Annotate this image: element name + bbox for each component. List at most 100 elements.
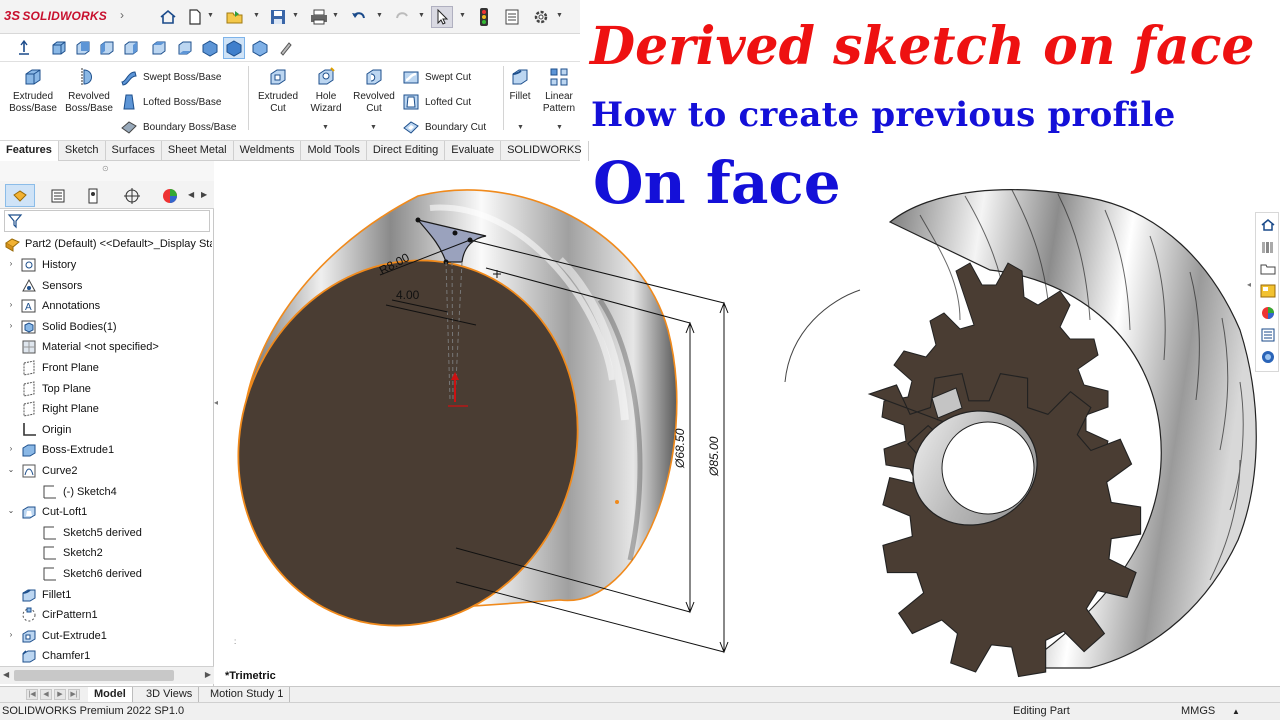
- tab-features[interactable]: Features: [0, 141, 59, 161]
- tree-node-material-not-specified[interactable]: Material <not specified>: [20, 337, 159, 357]
- home-icon[interactable]: [157, 6, 179, 28]
- status-units[interactable]: MMGS: [1181, 705, 1215, 717]
- undo-icon[interactable]: [348, 6, 370, 28]
- rebuild-traffic-light-icon[interactable]: [473, 6, 495, 28]
- tree-node-right-plane[interactable]: Right Plane: [20, 399, 99, 419]
- part-root-node[interactable]: Part2 (Default) <<Default>_Display State: [4, 235, 212, 253]
- view-selector-icon[interactable]: [275, 37, 297, 59]
- tree-node-cirpattern1[interactable]: CirPattern1: [20, 605, 98, 625]
- tree-node-chamfer1[interactable]: Chamfer1: [20, 646, 90, 666]
- appearances-icon[interactable]: [1258, 303, 1277, 322]
- expand-toggle-icon[interactable]: ›: [6, 444, 16, 453]
- expand-toggle-icon[interactable]: ›: [6, 321, 16, 330]
- tab-evaluate[interactable]: Evaluate: [445, 141, 502, 161]
- view-dimetric-icon[interactable]: [249, 37, 271, 59]
- tree-node-fillet1[interactable]: Fillet1: [20, 585, 71, 605]
- tabs-scroll-left-icon[interactable]: ◀: [188, 190, 194, 199]
- file-explorer-icon[interactable]: [1258, 259, 1277, 278]
- tab-solidworks-addins[interactable]: SOLIDWORKS: [501, 141, 589, 161]
- linear-pattern-dropdown-icon[interactable]: ▼: [556, 124, 563, 131]
- width-dimension[interactable]: 4.00: [396, 288, 420, 302]
- radius-dimension[interactable]: R8.00: [377, 250, 412, 278]
- task-pane-collapse-icon[interactable]: ◂: [1247, 280, 1251, 289]
- tree-node-cut-extrude1[interactable]: › Cut-Extrude1: [10, 626, 107, 646]
- normal-to-icon[interactable]: [13, 37, 35, 59]
- extruded-cut-button[interactable]: Extruded Cut: [252, 66, 304, 115]
- tree-node-sketch5-derived[interactable]: Sketch5 derived: [41, 523, 142, 543]
- print-icon[interactable]: [308, 6, 330, 28]
- extruded-boss-button[interactable]: Extruded Boss/Base: [6, 66, 60, 115]
- expand-toggle-icon[interactable]: ›: [6, 300, 16, 309]
- tree-node-annotations[interactable]: › A Annotations: [10, 296, 100, 316]
- tree-node-top-plane[interactable]: Top Plane: [20, 379, 91, 399]
- tree-node-sketch6-derived[interactable]: Sketch6 derived: [41, 564, 142, 584]
- select-cursor-icon[interactable]: [431, 6, 453, 28]
- tree-node-solid-bodies-1[interactable]: › Solid Bodies(1): [10, 317, 117, 337]
- tab-mold-tools[interactable]: Mold Tools: [301, 141, 367, 161]
- swept-cut-button[interactable]: Swept Cut: [402, 68, 471, 86]
- dimxpert-tab[interactable]: [117, 184, 147, 207]
- inner-diameter-dimension[interactable]: Ø68.50: [673, 428, 687, 469]
- custom-properties-icon[interactable]: [1258, 325, 1277, 344]
- tree-node-sketch2[interactable]: Sketch2: [41, 543, 103, 563]
- tab-sheet-metal[interactable]: Sheet Metal: [162, 141, 234, 161]
- expand-toggle-icon[interactable]: ›: [6, 630, 16, 639]
- feature-tree-tab[interactable]: [5, 184, 35, 207]
- fillet-button[interactable]: Fillet: [505, 66, 535, 103]
- units-dropdown-icon[interactable]: ▲: [1232, 707, 1240, 716]
- new-dropdown-icon[interactable]: ▼: [207, 12, 214, 19]
- linear-pattern-button[interactable]: Linear Pattern: [538, 66, 580, 115]
- panel-grip[interactable]: ⊙: [0, 161, 214, 181]
- scroll-left-icon[interactable]: ◀: [3, 670, 9, 679]
- view-left-icon[interactable]: [96, 37, 118, 59]
- helical-gear-model[interactable]: [770, 189, 1257, 669]
- scroll-right-icon[interactable]: ▶: [205, 670, 211, 679]
- save-icon[interactable]: [267, 6, 289, 28]
- cylinder-front-face[interactable]: [184, 209, 632, 677]
- hole-wizard-button[interactable]: Hole Wizard: [304, 66, 348, 115]
- view-right-icon[interactable]: [120, 37, 142, 59]
- tree-node-cut-loft1[interactable]: ⌄ Cut-Loft1: [8, 502, 87, 522]
- configuration-manager-tab[interactable]: [79, 184, 109, 207]
- derived-sketch-profile[interactable]: [416, 219, 487, 263]
- tree-node-origin[interactable]: Origin: [20, 420, 71, 440]
- tree-node-curve2[interactable]: ⌄ Curve2: [8, 461, 77, 481]
- tab-3d-views[interactable]: 3D Views: [140, 687, 200, 702]
- tree-node-front-plane[interactable]: Front Plane: [20, 358, 99, 378]
- cylinder-model[interactable]: R8.00 4.00 Ø68.50 Ø85.00: [184, 189, 729, 677]
- tree-node-history[interactable]: › History: [10, 255, 76, 275]
- save-dropdown-icon[interactable]: ▼: [292, 12, 299, 19]
- view-isometric-icon[interactable]: [199, 37, 221, 59]
- new-document-icon[interactable]: [184, 6, 206, 28]
- tab-model[interactable]: Model: [88, 687, 133, 702]
- property-manager-tab[interactable]: [43, 184, 73, 207]
- redo-icon[interactable]: [391, 6, 413, 28]
- view-trimetric-icon[interactable]: [223, 37, 245, 59]
- options-gear-icon[interactable]: [530, 6, 552, 28]
- tab-first-icon[interactable]: |◀: [26, 689, 38, 700]
- scrollbar-thumb[interactable]: [14, 670, 174, 681]
- hole-wizard-dropdown-icon[interactable]: ▼: [322, 124, 329, 131]
- tab-surfaces[interactable]: Surfaces: [106, 141, 162, 161]
- swept-boss-button[interactable]: Swept Boss/Base: [120, 68, 221, 86]
- tab-prev-icon[interactable]: ◀: [40, 689, 52, 700]
- view-back-icon[interactable]: [72, 37, 94, 59]
- select-dropdown-icon[interactable]: ▼: [459, 12, 466, 19]
- view-bottom-icon[interactable]: [174, 37, 196, 59]
- undo-dropdown-icon[interactable]: ▼: [376, 12, 383, 19]
- expand-toggle-icon[interactable]: ⌄: [6, 465, 16, 474]
- print-dropdown-icon[interactable]: ▼: [332, 12, 339, 19]
- tab-motion-study-1[interactable]: Motion Study 1: [204, 687, 291, 702]
- feature-filter-input[interactable]: [4, 210, 210, 232]
- expand-toggle-icon[interactable]: ⌄: [6, 506, 16, 515]
- fillet-dropdown-icon[interactable]: ▼: [517, 124, 524, 131]
- solidworks-resources-icon[interactable]: [1258, 215, 1277, 234]
- view-top-icon[interactable]: [148, 37, 170, 59]
- design-library-icon[interactable]: [1258, 237, 1277, 256]
- gear-front-face[interactable]: [867, 373, 1142, 678]
- file-properties-icon[interactable]: [501, 6, 523, 28]
- tab-weldments[interactable]: Weldments: [234, 141, 302, 161]
- revolved-cut-button[interactable]: Revolved Cut: [348, 66, 400, 115]
- open-dropdown-icon[interactable]: ▼: [253, 12, 260, 19]
- view-palette-icon[interactable]: [1258, 281, 1277, 300]
